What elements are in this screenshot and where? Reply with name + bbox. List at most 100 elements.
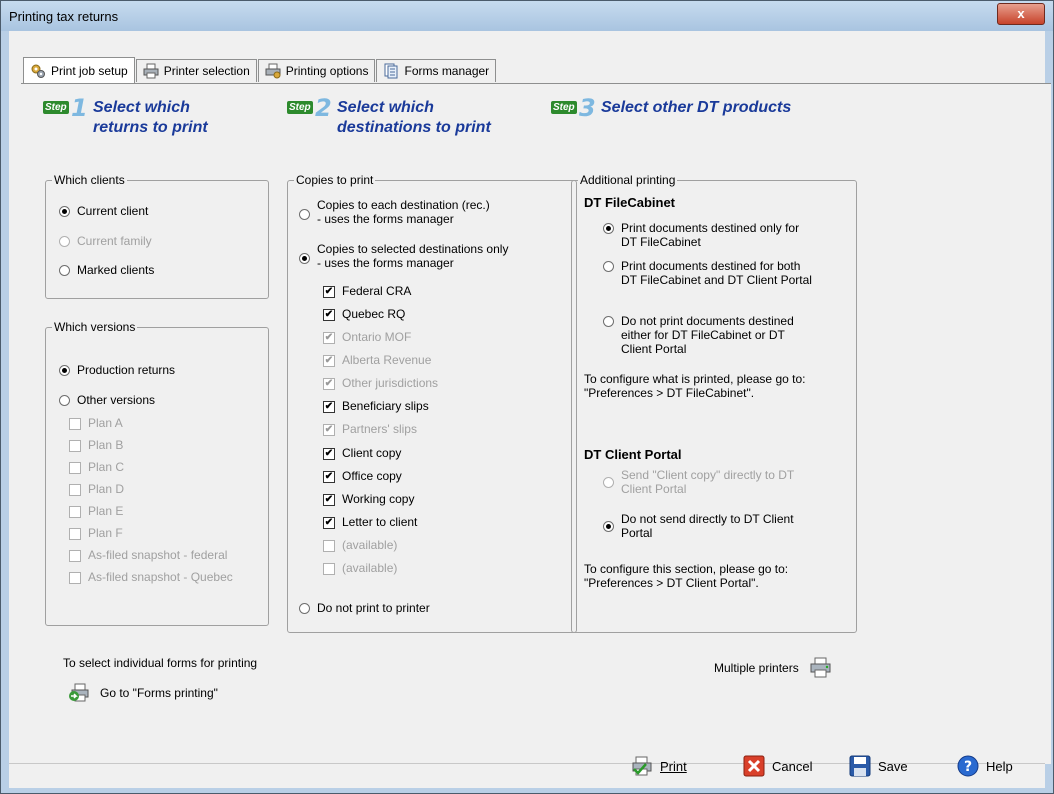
step-3-text: Select other DT products <box>601 99 792 116</box>
radio-production-returns[interactable]: Production returns <box>59 363 175 377</box>
checkbox-office-copy[interactable]: Office copy <box>323 469 402 483</box>
checkbox-working-copy[interactable]: Working copy <box>323 492 414 506</box>
checkbox[interactable] <box>69 418 81 430</box>
close-button[interactable]: x <box>997 3 1045 25</box>
save-icon <box>849 755 871 777</box>
radio-do-not-print[interactable]: Do not print to printer <box>299 601 430 615</box>
printer-options-icon <box>265 63 281 79</box>
checkbox-plan-e[interactable]: Plan E <box>69 504 123 518</box>
radio-button[interactable] <box>59 206 70 217</box>
cancel-button[interactable]: Cancel <box>743 755 812 777</box>
multiple-printers-button[interactable]: Multiple printers <box>714 657 833 679</box>
checkbox[interactable] <box>323 494 335 506</box>
checkbox[interactable] <box>323 309 335 321</box>
print-job-setup-page: Step 1 Select which returns to print Step 2… <box>21 83 1051 764</box>
checkbox-asfiled-quebec[interactable]: As-filed snapshot - Quebec <box>69 570 233 584</box>
tab-forms-manager[interactable]: Forms manager <box>376 59 497 82</box>
radio-other-versions[interactable]: Other versions <box>59 393 155 407</box>
go-to-forms-printing-link[interactable]: Go to "Forms printing" <box>69 683 218 703</box>
checkbox-beneficiary-slips[interactable]: Beneficiary slips <box>323 399 429 413</box>
checkbox[interactable] <box>323 471 335 483</box>
tab-printing-options[interactable]: Printing options <box>257 59 376 82</box>
checkbox[interactable] <box>323 448 335 460</box>
radio-current-client[interactable]: Current client <box>59 204 148 218</box>
checkbox[interactable] <box>323 563 335 575</box>
help-icon: ? <box>957 755 979 777</box>
checkbox-quebec-rq[interactable]: Quebec RQ <box>323 307 405 321</box>
radio-button[interactable] <box>59 236 70 247</box>
print-label: Print <box>660 758 687 774</box>
radio-button[interactable] <box>603 316 614 327</box>
checkbox-plan-c[interactable]: Plan C <box>69 460 124 474</box>
radio-cp-send[interactable]: Send "Client copy" directly to DT Client … <box>603 468 794 496</box>
checkbox[interactable] <box>323 355 335 367</box>
radio-button[interactable] <box>59 395 70 406</box>
checkbox-ontario-mof[interactable]: Ontario MOF <box>323 330 411 344</box>
radio-button[interactable] <box>299 603 310 614</box>
forms-icon <box>383 63 399 79</box>
window-title: Printing tax returns <box>9 9 119 24</box>
print-dialog-window: Printing tax returns x Print job setup P… <box>0 0 1054 794</box>
checkbox-available-1[interactable]: (available) <box>323 538 397 552</box>
checkbox-other-jurisdictions[interactable]: Other jurisdictions <box>323 376 438 390</box>
checkbox-plan-d[interactable]: Plan D <box>69 482 124 496</box>
radio-button[interactable] <box>603 521 614 532</box>
radio-button[interactable] <box>603 477 614 488</box>
radio-button[interactable] <box>59 265 70 276</box>
tab-strip: Print job setup Printer selection Printi… <box>23 57 497 83</box>
step-1: Step 1 Select which returns to print <box>43 94 208 138</box>
radio-copies-each-destination[interactable]: Copies to each destination (rec.) - uses … <box>299 198 490 226</box>
checkbox[interactable] <box>69 572 81 584</box>
svg-text:?: ? <box>964 759 972 775</box>
step-badge-icon: Step 3 <box>551 94 596 122</box>
checkbox-plan-b[interactable]: Plan B <box>69 438 123 452</box>
tab-printer-selection[interactable]: Printer selection <box>135 59 257 82</box>
checkbox-plan-f[interactable]: Plan F <box>69 526 123 540</box>
checkbox[interactable] <box>69 440 81 452</box>
checkbox-client-copy[interactable]: Client copy <box>323 446 401 460</box>
tab-label: Print job setup <box>51 63 128 78</box>
radio-button[interactable] <box>299 209 310 220</box>
checkbox[interactable] <box>323 540 335 552</box>
checkbox-asfiled-federal[interactable]: As-filed snapshot - federal <box>69 548 227 562</box>
radio-cp-do-not-send[interactable]: Do not send directly to DT Client Portal <box>603 512 794 540</box>
checkbox-federal-cra[interactable]: Federal CRA <box>323 284 411 298</box>
radio-button[interactable] <box>299 253 310 264</box>
checkbox[interactable] <box>323 401 335 413</box>
tab-label: Printer selection <box>163 64 250 78</box>
checkbox[interactable] <box>69 550 81 562</box>
radio-button[interactable] <box>603 223 614 234</box>
checkbox[interactable] <box>323 332 335 344</box>
radio-fc-only[interactable]: Print documents destined only for DT File… <box>603 221 799 249</box>
checkbox-partners-slips[interactable]: Partners' slips <box>323 422 417 436</box>
radio-current-family[interactable]: Current family <box>59 234 152 248</box>
step-2-text: Select which destinations to print <box>337 99 491 136</box>
checkbox[interactable] <box>323 517 335 529</box>
radio-copies-selected-destinations[interactable]: Copies to selected destinations only - us… <box>299 242 508 270</box>
step-3: Step 3 Select other DT products <box>551 94 792 122</box>
radio-button[interactable] <box>59 365 70 376</box>
checkbox[interactable] <box>323 286 335 298</box>
radio-button[interactable] <box>603 261 614 272</box>
checkbox[interactable] <box>323 378 335 390</box>
checkbox[interactable] <box>69 484 81 496</box>
help-button[interactable]: ? Help <box>957 755 1013 777</box>
radio-marked-clients[interactable]: Marked clients <box>59 263 154 277</box>
checkbox-available-2[interactable]: (available) <box>323 561 397 575</box>
tab-label: Printing options <box>285 64 369 78</box>
cancel-label: Cancel <box>772 758 813 774</box>
checkbox-alberta-revenue[interactable]: Alberta Revenue <box>323 353 431 367</box>
checkbox[interactable] <box>69 462 81 474</box>
save-button[interactable]: Save <box>849 755 908 777</box>
print-button[interactable]: Print <box>631 755 687 777</box>
checkbox[interactable] <box>69 528 81 540</box>
tab-print-job-setup[interactable]: Print job setup <box>23 57 135 83</box>
checkbox[interactable] <box>69 506 81 518</box>
radio-fc-both[interactable]: Print documents destined for both DT File… <box>603 259 812 287</box>
group-legend: Additional printing <box>580 173 676 187</box>
radio-fc-none[interactable]: Do not print documents destined either fo… <box>603 314 794 356</box>
checkbox-letter-to-client[interactable]: Letter to client <box>323 515 417 529</box>
title-bar[interactable]: Printing tax returns x <box>1 1 1053 31</box>
checkbox-plan-a[interactable]: Plan A <box>69 416 123 430</box>
checkbox[interactable] <box>323 424 335 436</box>
